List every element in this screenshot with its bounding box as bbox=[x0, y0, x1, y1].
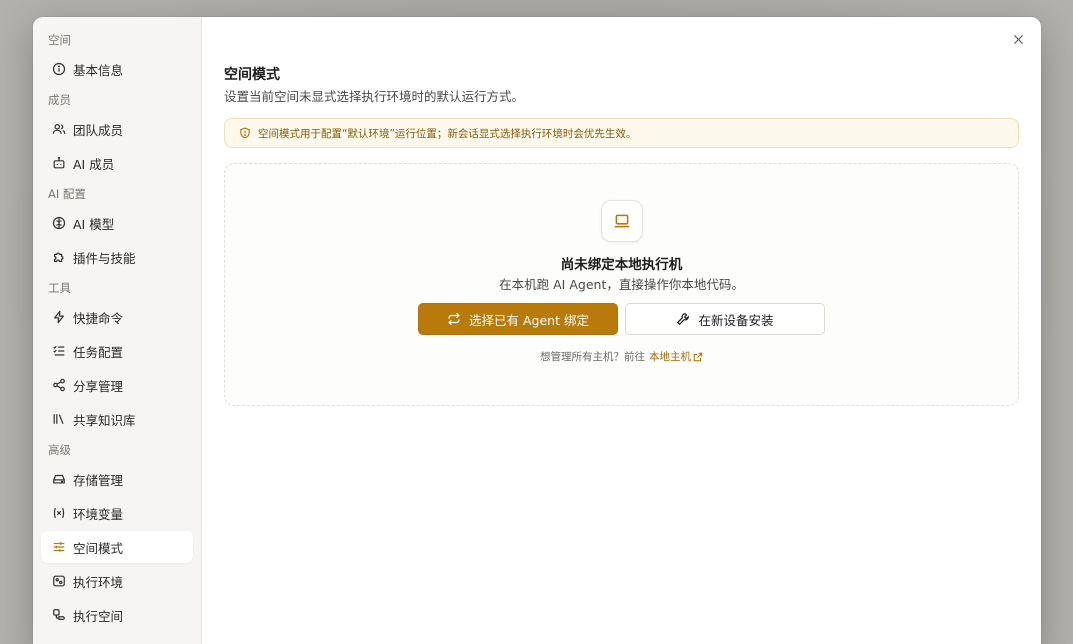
empty-state-actions: 选择已有 Agent 绑定 在新设备安装 bbox=[418, 303, 825, 335]
sidebar-item-shortcuts[interactable]: 快捷命令 bbox=[41, 301, 193, 333]
external-link-icon bbox=[693, 352, 703, 362]
info-icon bbox=[52, 62, 66, 76]
sidebar-item-label: 团队成员 bbox=[73, 122, 124, 138]
sidebar-item-label: AI 模型 bbox=[73, 216, 115, 232]
sidebar-item-label: 共享知识库 bbox=[73, 412, 136, 428]
library-icon bbox=[52, 412, 66, 426]
local-hosts-link[interactable]: 本地主机 bbox=[649, 349, 703, 364]
sidebar-item-label: AI 成员 bbox=[73, 156, 115, 172]
share-icon bbox=[52, 378, 66, 392]
sidebar-item-ai-models[interactable]: AI 模型 bbox=[41, 207, 193, 239]
sidebar-item-label: 插件与技能 bbox=[73, 250, 136, 266]
sidebar-item-label: 任务配置 bbox=[73, 344, 124, 360]
variable-icon bbox=[52, 506, 66, 520]
sidebar-item-env-vars[interactable]: 环境变量 bbox=[41, 497, 193, 529]
footnote-text: 想管理所有主机？前往 bbox=[540, 351, 645, 363]
shield-alert-icon bbox=[239, 127, 251, 139]
sidebar-item-shared-knowledge[interactable]: 共享知识库 bbox=[41, 403, 193, 435]
install-new-device-button[interactable]: 在新设备安装 bbox=[625, 303, 825, 335]
sidebar-item-label: 空间模式 bbox=[73, 540, 124, 556]
page-subtitle: 设置当前空间未显式选择执行环境时的默认运行方式。 bbox=[224, 89, 525, 104]
sliders-icon bbox=[52, 540, 66, 554]
info-alert: 空间模式用于配置“默认环境”运行位置；新会话显式选择执行环境时会优先生效。 bbox=[224, 118, 1019, 148]
sidebar-item-label: 快捷命令 bbox=[73, 310, 124, 326]
sidebar-item-share-management[interactable]: 分享管理 bbox=[41, 369, 193, 401]
repeat-icon bbox=[447, 312, 461, 326]
sidebar-item-team-members[interactable]: 团队成员 bbox=[41, 113, 193, 145]
empty-state-card: 尚未绑定本地执行机 在本机跑 AI Agent，直接操作你本地代码。 选择已有 … bbox=[224, 163, 1019, 406]
sidebar-item-label: 基本信息 bbox=[73, 62, 124, 78]
sidebar-item-ai-members[interactable]: AI 成员 bbox=[41, 147, 193, 179]
sidebar-item-label: 执行空间 bbox=[73, 608, 124, 624]
bind-existing-agent-button[interactable]: 选择已有 Agent 绑定 bbox=[418, 303, 618, 335]
list-check-icon bbox=[52, 344, 66, 358]
bot-icon bbox=[52, 156, 66, 170]
sidebar-group-title: 空间 bbox=[48, 33, 71, 47]
empty-state-description: 在本机跑 AI Agent，直接操作你本地代码。 bbox=[499, 277, 744, 292]
sidebar-item-storage[interactable]: 存储管理 bbox=[41, 463, 193, 495]
bind-existing-agent-label: 选择已有 Agent 绑定 bbox=[469, 312, 589, 328]
sidebar-group-title: 工具 bbox=[48, 281, 71, 295]
manage-hosts-footnote: 想管理所有主机？前往 本地主机 bbox=[540, 349, 703, 364]
sidebar-item-label: 环境变量 bbox=[73, 506, 124, 522]
alert-text: 空间模式用于配置“默认环境”运行位置；新会话显式选择执行环境时会优先生效。 bbox=[258, 127, 637, 140]
sidebar-item-space-mode[interactable]: 空间模式 bbox=[41, 531, 193, 563]
sidebar-item-exec-env[interactable]: 执行环境 bbox=[41, 565, 193, 597]
sidebar-item-exec-space[interactable]: 执行空间 bbox=[41, 599, 193, 631]
sidebar-item-label: 存储管理 bbox=[73, 472, 124, 488]
wrench-icon bbox=[676, 312, 690, 326]
settings-dialog: 空间 基本信息 成员 团队成员 AI 成员 AI 配置 AI 模型 插件与技能 … bbox=[33, 17, 1041, 644]
empty-state-title: 尚未绑定本地执行机 bbox=[560, 257, 683, 273]
sidebar-item-label: 执行环境 bbox=[73, 574, 124, 590]
sidebar-item-plugins-skills[interactable]: 插件与技能 bbox=[41, 241, 193, 273]
puzzle-icon bbox=[52, 250, 66, 264]
close-button[interactable] bbox=[1009, 30, 1027, 48]
settings-content: 空间模式 设置当前空间未显式选择执行环境时的默认运行方式。 空间模式用于配置“默… bbox=[202, 17, 1041, 644]
zap-icon bbox=[52, 310, 66, 324]
brain-icon bbox=[52, 216, 66, 230]
install-new-device-label: 在新设备安装 bbox=[698, 312, 774, 328]
workspace-icon bbox=[52, 608, 66, 622]
local-hosts-link-label: 本地主机 bbox=[649, 351, 691, 363]
laptop-icon bbox=[614, 214, 629, 228]
hard-drive-icon bbox=[52, 472, 66, 486]
users-icon bbox=[52, 122, 66, 136]
settings-sidebar: 空间 基本信息 成员 团队成员 AI 成员 AI 配置 AI 模型 插件与技能 … bbox=[33, 17, 202, 644]
sidebar-group-title: 成员 bbox=[48, 93, 71, 107]
sidebar-item-label: 分享管理 bbox=[73, 378, 124, 394]
sidebar-group-title: 高级 bbox=[48, 443, 71, 457]
sidebar-group-title: AI 配置 bbox=[48, 187, 86, 201]
page-title: 空间模式 bbox=[224, 67, 280, 83]
server-icon bbox=[52, 574, 66, 588]
laptop-icon-tile bbox=[600, 200, 643, 242]
sidebar-item-basic-info[interactable]: 基本信息 bbox=[41, 53, 193, 85]
sidebar-item-task-config[interactable]: 任务配置 bbox=[41, 335, 193, 367]
close-icon bbox=[1013, 34, 1023, 44]
